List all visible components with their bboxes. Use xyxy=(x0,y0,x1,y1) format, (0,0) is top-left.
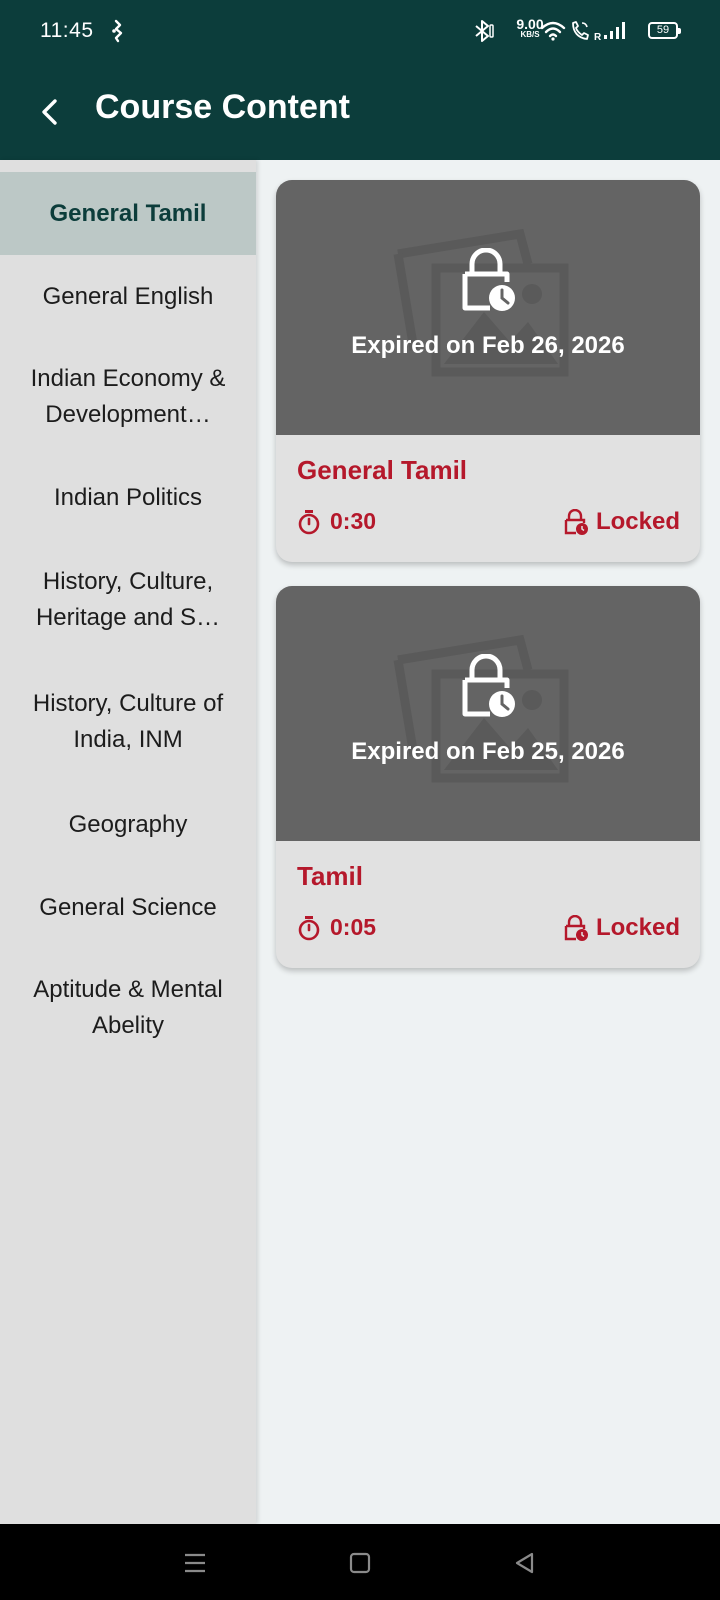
battery-level: 59 xyxy=(656,24,670,36)
sidebar-item-general-science[interactable]: General Science xyxy=(0,866,256,949)
wifi-calling-icon xyxy=(572,21,589,40)
sidebar-item-history-culture-india[interactable]: History, Culture of India, INM xyxy=(0,661,256,783)
sidebar-item-aptitude[interactable]: Aptitude & Mental Abelity xyxy=(0,949,256,1067)
lock-clock-icon xyxy=(462,654,515,717)
sidebar-item-history-culture-heritage[interactable]: History, Culture, Heritage and S… xyxy=(0,539,256,661)
wifi-icon xyxy=(540,21,566,41)
status-bar: 11:45 9.00 KB/S R 59 xyxy=(0,0,720,62)
locked-badge: Locked xyxy=(564,914,680,942)
app-bar: Course Content xyxy=(0,62,720,160)
menu-icon[interactable] xyxy=(180,1548,210,1578)
bluetooth-icon xyxy=(475,20,494,42)
roaming-indicator: R xyxy=(594,32,602,43)
back-nav-icon[interactable] xyxy=(510,1548,540,1578)
home-icon[interactable] xyxy=(345,1548,375,1578)
sidebar-item-label: History, Culture of India, INM xyxy=(32,690,224,753)
notification-icon xyxy=(112,19,123,43)
course-card[interactable]: Expired on Feb 26, 2026 General Tamil 0:… xyxy=(276,180,700,562)
arrow-back-icon xyxy=(42,99,57,125)
system-navigation-bar xyxy=(0,1524,720,1600)
course-thumbnail: Expired on Feb 26, 2026 xyxy=(276,180,700,435)
course-list: Expired on Feb 26, 2026 General Tamil 0:… xyxy=(256,160,720,1524)
course-name: General Tamil xyxy=(297,455,468,485)
signal-icon xyxy=(604,22,625,39)
sidebar-item-label: Indian Politics xyxy=(53,483,203,511)
course-duration: 0:30 xyxy=(297,508,376,535)
sidebar-item-indian-economy[interactable]: Indian Economy & Development… xyxy=(0,338,256,456)
status-time: 11:45 xyxy=(40,19,94,42)
duration-value: 0:30 xyxy=(330,508,377,534)
battery-icon: 59 xyxy=(648,22,681,39)
lock-clock-icon xyxy=(564,509,588,535)
sidebar-item-label: General English xyxy=(42,282,214,310)
category-sidebar: General Tamil General English Indian Eco… xyxy=(0,160,256,1524)
course-thumbnail: Expired on Feb 25, 2026 xyxy=(276,586,700,841)
sidebar-item-label: General Tamil xyxy=(49,199,207,227)
sidebar-item-general-english[interactable]: General English xyxy=(0,255,256,338)
duration-value: 0:05 xyxy=(330,914,377,940)
course-name: Tamil xyxy=(297,861,363,891)
sidebar-item-label: Geography xyxy=(68,810,188,838)
course-card[interactable]: Expired on Feb 25, 2026 Tamil 0:05 Locke… xyxy=(276,586,700,968)
sidebar-item-general-tamil[interactable]: General Tamil xyxy=(0,172,256,255)
lock-clock-icon xyxy=(462,248,515,311)
back-button[interactable] xyxy=(30,92,70,132)
expired-text: Expired on Feb 26, 2026 xyxy=(351,332,625,359)
lock-clock-icon xyxy=(564,915,588,941)
sidebar-item-label: Indian Economy & Development… xyxy=(30,365,226,428)
sidebar-item-label: Aptitude & Mental Abelity xyxy=(33,976,223,1039)
sidebar-item-indian-politics[interactable]: Indian Politics xyxy=(0,456,256,539)
locked-badge: Locked xyxy=(564,508,680,536)
lock-status: Locked xyxy=(595,914,680,941)
lock-status: Locked xyxy=(595,508,680,535)
page-title: Course Content xyxy=(95,88,350,126)
expired-text: Expired on Feb 25, 2026 xyxy=(351,738,625,765)
course-duration: 0:05 xyxy=(297,914,376,941)
timer-icon xyxy=(298,915,320,940)
timer-icon xyxy=(298,509,320,534)
sidebar-item-label: History, Culture, Heritage and S… xyxy=(35,568,221,631)
sidebar-item-geography[interactable]: Geography xyxy=(0,783,256,866)
sidebar-item-label: General Science xyxy=(39,893,217,921)
